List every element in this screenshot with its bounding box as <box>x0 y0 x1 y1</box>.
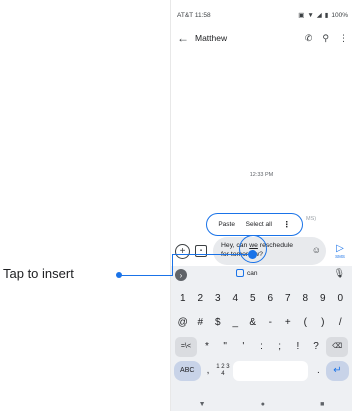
search-icon[interactable]: ⚲ <box>322 33 329 44</box>
arrow-back-icon[interactable]: ← <box>177 31 191 45</box>
key[interactable]: # <box>192 313 210 333</box>
key[interactable]: : <box>252 337 270 357</box>
key[interactable]: @ <box>174 313 192 333</box>
key-row-numbers: 1 2 3 4 5 6 7 8 9 0 <box>174 288 349 310</box>
key[interactable]: + <box>279 313 297 333</box>
key[interactable]: ? <box>307 337 325 357</box>
key[interactable]: / <box>332 313 350 333</box>
callout-line-horizontal <box>172 254 252 255</box>
phone-screen: AT&T 11:58 ▣ ▼ ◢ ▮ 100% ← Matthew ✆ ⚲ ⋮ … <box>170 0 352 411</box>
key[interactable]: $ <box>209 313 227 333</box>
contact-name: Matthew <box>195 33 228 43</box>
key[interactable]: 2 <box>192 289 210 309</box>
status-bar: AT&T 11:58 ▣ ▼ ◢ ▮ 100% <box>177 9 348 21</box>
more-symbols-key[interactable]: =\< <box>175 337 197 357</box>
add-attachment-icon[interactable]: + <box>175 243 190 259</box>
callout-line-vertical <box>172 254 173 276</box>
send-icon: ▷ <box>336 242 344 254</box>
key[interactable]: & <box>244 313 262 333</box>
comma-key[interactable]: , <box>201 361 216 381</box>
key[interactable]: 5 <box>244 289 262 309</box>
keyboard: › can 🎙 1 2 3 4 5 6 7 8 9 0 @ # $ _ & - <box>171 266 352 411</box>
key[interactable]: 8 <box>297 289 315 309</box>
system-nav-bar: ▼ ● ■ <box>171 397 352 411</box>
key[interactable]: ' <box>234 337 252 357</box>
chevron-right-icon[interactable]: › <box>175 269 187 281</box>
key[interactable]: * <box>198 337 216 357</box>
key[interactable]: 6 <box>262 289 280 309</box>
key[interactable]: 9 <box>314 289 332 309</box>
key-row-symbols: @ # $ _ & - + ( ) / <box>174 312 349 334</box>
clipboard-icon <box>236 269 244 277</box>
paste-button[interactable]: Paste <box>218 221 235 228</box>
battery-level: 100% <box>331 11 348 19</box>
key[interactable]: 0 <box>332 289 350 309</box>
key[interactable]: - <box>262 313 280 333</box>
nav-back-icon[interactable]: ▼ <box>199 401 206 408</box>
space-key[interactable] <box>233 361 308 381</box>
key[interactable]: ! <box>289 337 307 357</box>
vibrate-icon: ▣ <box>298 12 305 19</box>
key[interactable]: ( <box>297 313 315 333</box>
battery-icon: ▮ <box>324 12 329 19</box>
key-row-punctuation: =\< * " ' : ; ! ? ⌫ <box>174 336 349 358</box>
mms-hint: MS) <box>306 216 317 222</box>
key[interactable]: " <box>216 337 234 357</box>
emoji-icon[interactable]: ☺ <box>312 246 321 255</box>
numpad-key[interactable]: 1 2 3 4 <box>215 361 230 381</box>
key[interactable]: 4 <box>227 289 245 309</box>
status-icons: ▣ ▼ ◢ ▮ 100% <box>298 11 348 20</box>
callout-label: Tap to insert <box>3 266 74 281</box>
send-sms-label: SMS <box>335 253 345 259</box>
callout-line <box>120 275 172 276</box>
backspace-icon[interactable]: ⌫ <box>326 337 348 357</box>
clipboard-suggestion[interactable]: can <box>236 269 257 277</box>
nav-home-icon[interactable]: ● <box>261 401 265 408</box>
suggestion-strip: › can 🎙 <box>171 266 352 284</box>
send-button[interactable]: ▷ SMS <box>332 242 348 259</box>
more-vert-icon[interactable]: ⋮ <box>339 33 348 44</box>
app-bar-actions: ✆ ⚲ ⋮ <box>305 33 348 44</box>
wifi-icon: ▼ <box>307 11 314 19</box>
nav-recents-icon[interactable]: ■ <box>320 401 324 408</box>
mic-icon[interactable]: 🎙 <box>334 268 345 279</box>
key[interactable]: ; <box>271 337 289 357</box>
period-key[interactable]: . <box>311 361 326 381</box>
phone-icon[interactable]: ✆ <box>305 33 313 44</box>
abc-key[interactable]: ABC <box>174 361 201 381</box>
key[interactable]: 1 <box>174 289 192 309</box>
message-timestamp: 12:33 PM <box>249 172 274 178</box>
message-input[interactable]: Hey, can we reschedule for tomorrow? ☺ <box>213 237 326 265</box>
gallery-icon[interactable]: ▪ <box>195 245 207 257</box>
key[interactable]: _ <box>227 313 245 333</box>
select-all-button[interactable]: Select all <box>246 221 272 228</box>
key[interactable]: 7 <box>279 289 297 309</box>
carrier-time: AT&T 11:58 <box>177 11 211 19</box>
text-context-menu: Paste Select all ⋮ <box>206 213 303 236</box>
key[interactable]: ) <box>314 313 332 333</box>
key[interactable]: 3 <box>209 289 227 309</box>
key-row-bottom: ABC , 1 2 3 4 . ↵ <box>174 360 349 382</box>
app-bar: ← Matthew ✆ ⚲ ⋮ <box>177 30 348 46</box>
signal-icon: ◢ <box>316 12 322 19</box>
suggestion-text: can <box>247 269 258 277</box>
enter-key[interactable]: ↵ <box>325 361 349 381</box>
menu-more-button[interactable]: ⋮ <box>283 220 291 229</box>
